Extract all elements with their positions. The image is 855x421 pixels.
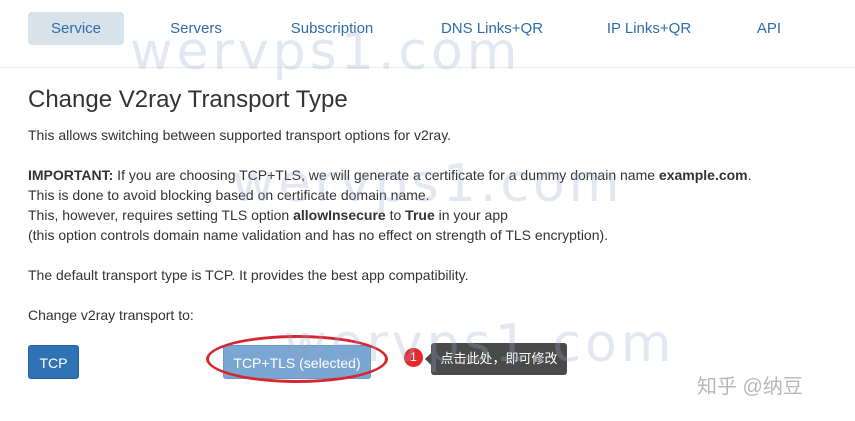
nav-tabs: Service Servers Subscription DNS Links+Q… bbox=[0, 0, 855, 68]
page-title: Change V2ray Transport Type bbox=[28, 86, 348, 113]
tls-text-b: to bbox=[385, 207, 406, 223]
annotation-badge: 1 bbox=[404, 348, 423, 367]
tab-api[interactable]: API bbox=[744, 12, 794, 45]
tls-text-a: This, however, requires setting TLS opti… bbox=[28, 207, 294, 223]
tls-option-note: This, however, requires setting TLS opti… bbox=[28, 205, 508, 225]
tls-option-value: True bbox=[405, 207, 435, 223]
tab-dns-links-qr[interactable]: DNS Links+QR bbox=[432, 12, 552, 45]
intro-text: This allows switching between supported … bbox=[28, 127, 452, 143]
change-transport-label: Change v2ray transport to: bbox=[28, 307, 194, 323]
tab-servers[interactable]: Servers bbox=[150, 12, 242, 45]
important-text-a: If you are choosing TCP+TLS, we will gen… bbox=[113, 167, 659, 183]
validation-note: (this option controls domain name valida… bbox=[28, 227, 609, 243]
important-notice: IMPORTANT: If you are choosing TCP+TLS, … bbox=[28, 165, 752, 185]
tab-ip-links-qr[interactable]: IP Links+QR bbox=[598, 12, 700, 45]
important-text-b: . bbox=[747, 167, 752, 183]
tab-subscription[interactable]: Subscription bbox=[276, 12, 388, 45]
tls-option-name: allowInsecure bbox=[293, 207, 386, 223]
tcp-button[interactable]: TCP bbox=[28, 345, 79, 379]
tls-text-c: in your app bbox=[434, 207, 508, 223]
annotation-tooltip: 点击此处，即可修改 bbox=[431, 343, 567, 375]
credit-watermark: 知乎 @纳豆 bbox=[697, 376, 803, 398]
annotation-circle bbox=[206, 335, 388, 383]
tab-service[interactable]: Service bbox=[28, 12, 124, 45]
dummy-domain: example.com bbox=[658, 167, 748, 183]
blocking-note: This is done to avoid blocking based on … bbox=[28, 187, 430, 203]
important-label: IMPORTANT: bbox=[28, 167, 114, 183]
default-transport-note: The default transport type is TCP. It pr… bbox=[28, 267, 469, 283]
